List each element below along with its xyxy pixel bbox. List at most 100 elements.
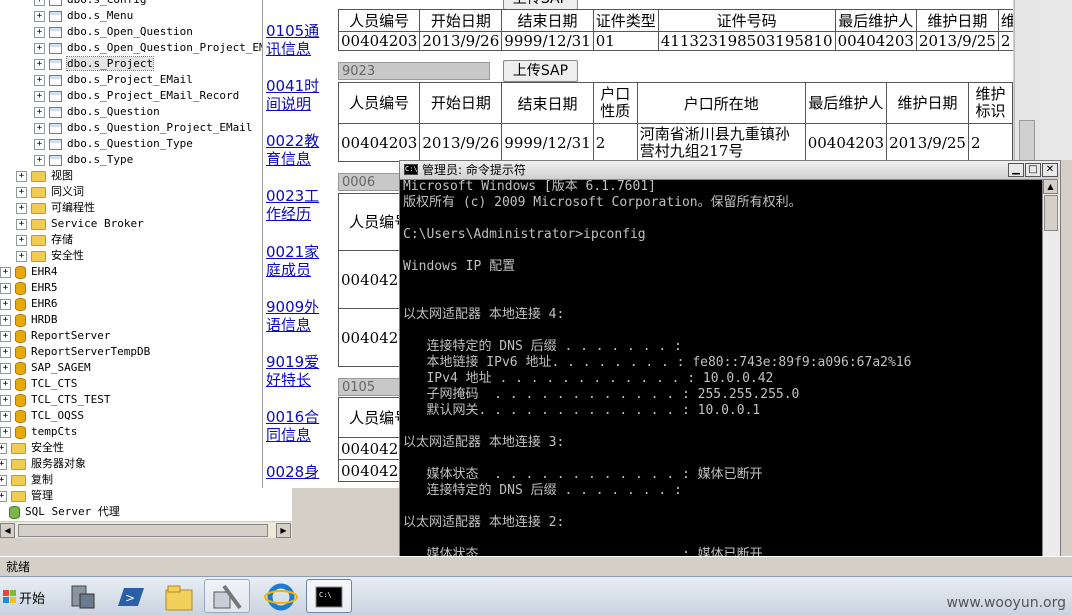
cell: 河南省淅川县九重镇孙营村九组217号 [636, 123, 806, 162]
cmd-taskbar-button[interactable]: C:\ [306, 579, 352, 613]
upload-sap-button[interactable]: 上传SAP [503, 60, 578, 82]
expand-toggle-icon[interactable]: + [34, 10, 45, 22]
tree-item[interactable]: + tempCts [0, 424, 77, 440]
expand-toggle-icon[interactable]: + [0, 330, 11, 342]
cmd-titlebar[interactable]: C:\ 管理员: 命令提示符 ▁ □ ✕ [400, 161, 1060, 180]
expand-toggle-icon[interactable]: + [34, 106, 45, 118]
expand-toggle-icon[interactable]: + [0, 442, 7, 454]
explorer-taskbar-button[interactable] [156, 579, 202, 613]
expand-toggle-icon[interactable]: + [0, 346, 11, 358]
tree-item[interactable]: + HRDB [0, 312, 58, 328]
tree-item[interactable]: + EHR4 [0, 264, 58, 280]
tree-item[interactable]: + dbo.s_Question_Project_EMail [34, 120, 252, 136]
expand-toggle-icon[interactable]: + [34, 42, 45, 54]
hscroll-thumb[interactable] [18, 524, 268, 537]
tree-item[interactable]: + dbo.s_Open_Question [34, 24, 193, 40]
expand-toggle-icon[interactable]: + [0, 490, 7, 502]
tree-item[interactable]: + 服务器对象 [0, 456, 86, 472]
link-0028[interactable]: 0028身 [266, 463, 322, 481]
expand-toggle-icon[interactable]: + [34, 58, 45, 70]
table-9002: 人员编号 开始日期 结束日期 证件类型 证件号码 最后维护人 维护日期 维护标识… [337, 9, 1013, 51]
expand-toggle-icon[interactable]: + [34, 154, 45, 166]
tree-item[interactable]: + ReportServerTempDB [0, 344, 150, 360]
expand-toggle-icon[interactable]: + [0, 282, 11, 294]
scroll-right-button[interactable]: ▶ [276, 523, 291, 538]
expand-toggle-icon[interactable]: + [0, 362, 11, 374]
tree-item[interactable]: + SAP_SAGEM [0, 360, 91, 376]
link-9009[interactable]: 9009外语信息 [266, 298, 322, 334]
tree-item[interactable]: + 同义词 [16, 184, 84, 200]
expand-toggle-icon[interactable]: + [34, 0, 45, 6]
expand-toggle-icon[interactable]: + [34, 90, 45, 102]
tree-item[interactable]: + EHR5 [0, 280, 58, 296]
close-button[interactable]: ✕ [1042, 163, 1058, 177]
database-icon [15, 409, 26, 423]
expand-toggle-icon[interactable]: + [0, 394, 11, 406]
expand-toggle-icon[interactable] [0, 508, 5, 517]
expand-toggle-icon[interactable]: + [0, 474, 7, 486]
expand-toggle-icon[interactable]: + [0, 426, 11, 438]
tree-item[interactable]: + 存储 [16, 232, 73, 248]
server-manager-taskbar-button[interactable] [60, 579, 106, 613]
link-0021[interactable]: 0021家庭成员 [266, 243, 322, 279]
tree-item[interactable]: + dbo.s_Project_EMail_Record [34, 88, 239, 104]
tree-item[interactable]: + dbo.s_Open_Question_Project_EM [34, 40, 266, 56]
link-0105[interactable]: 0105通讯信息 [266, 22, 322, 58]
tree-item[interactable]: + 可编程性 [16, 200, 95, 216]
tree-item[interactable]: + TCL_OQSS [0, 408, 84, 424]
expand-toggle-icon[interactable]: + [0, 378, 11, 390]
expand-toggle-icon[interactable]: + [34, 26, 45, 38]
cmd-window[interactable]: C:\ 管理员: 命令提示符 ▁ □ ✕ Microsoft Windows [… [399, 160, 1061, 580]
link-0041[interactable]: 0041时间说明 [266, 77, 322, 113]
expand-toggle-icon[interactable]: + [34, 122, 45, 134]
scroll-left-button[interactable]: ◀ [0, 523, 15, 538]
expand-toggle-icon[interactable]: + [16, 250, 27, 262]
expand-toggle-icon[interactable]: + [0, 298, 11, 310]
expand-toggle-icon[interactable]: + [0, 458, 7, 470]
link-9019[interactable]: 9019爱好特长 [266, 353, 322, 389]
link-0016[interactable]: 0016合同信息 [266, 408, 322, 444]
tree-item[interactable]: + dbo.s_Menu [34, 8, 133, 24]
tree-item[interactable]: SQL Server 代理 [0, 504, 120, 520]
tree-item[interactable]: + dbo.s_Question [34, 104, 160, 120]
start-button[interactable]: 开始 [0, 579, 48, 613]
ie-taskbar-button[interactable] [258, 579, 304, 613]
tree-item[interactable]: + 复制 [0, 472, 53, 488]
cmd-vscrollbar[interactable]: ▲ ▼ [1042, 179, 1060, 579]
cmd-output[interactable]: Microsoft Windows [版本 6.1.7601] 版权所有 (c) … [403, 179, 1042, 579]
expand-toggle-icon[interactable]: + [0, 314, 11, 326]
tree-item[interactable]: + dbo.s_Config [34, 0, 146, 8]
tree-item[interactable]: + 视图 [16, 168, 73, 184]
maximize-button[interactable]: □ [1025, 163, 1041, 177]
tree-item[interactable]: + TCL_CTS [0, 376, 77, 392]
tree-item[interactable]: + dbo.s_Type [34, 152, 133, 168]
link-0022[interactable]: 0022教育信息 [266, 132, 322, 168]
tree-item[interactable]: + 安全性 [0, 440, 64, 456]
expand-toggle-icon[interactable]: + [16, 170, 27, 182]
tree-item[interactable]: + EHR6 [0, 296, 58, 312]
expand-toggle-icon[interactable]: + [16, 234, 27, 246]
tree-item[interactable]: + Service Broker [16, 216, 144, 232]
svg-text:>: > [125, 591, 135, 605]
explorer-hscrollbar[interactable]: ◀ ▶ [0, 521, 292, 538]
tree-item[interactable]: + ReportServer [0, 328, 110, 344]
expand-toggle-icon[interactable]: + [16, 218, 27, 230]
tree-item[interactable]: + dbo.s_Question_Type [34, 136, 193, 152]
tree-item[interactable]: + TCL_CTS_TEST [0, 392, 110, 408]
expand-toggle-icon[interactable]: + [16, 186, 27, 198]
tree-item[interactable]: + 管理 [0, 488, 53, 504]
tree-item[interactable]: + dbo.s_Project_EMail [34, 72, 193, 88]
expand-toggle-icon[interactable]: + [34, 74, 45, 86]
link-0023[interactable]: 0023工作经历 [266, 187, 322, 223]
expand-toggle-icon[interactable]: + [34, 138, 45, 150]
scroll-up-button[interactable]: ▲ [1043, 179, 1058, 194]
minimize-button[interactable]: ▁ [1008, 163, 1024, 177]
tree-item[interactable]: + 安全性 [16, 248, 84, 264]
cmd-vscroll-thumb[interactable] [1044, 195, 1058, 231]
expand-toggle-icon[interactable]: + [0, 266, 11, 278]
expand-toggle-icon[interactable]: + [16, 202, 27, 214]
tools-taskbar-button[interactable] [204, 579, 250, 613]
powershell-taskbar-button[interactable]: > [108, 579, 154, 613]
expand-toggle-icon[interactable]: + [0, 410, 11, 422]
tree-item[interactable]: + dbo.s_Project [34, 56, 155, 72]
